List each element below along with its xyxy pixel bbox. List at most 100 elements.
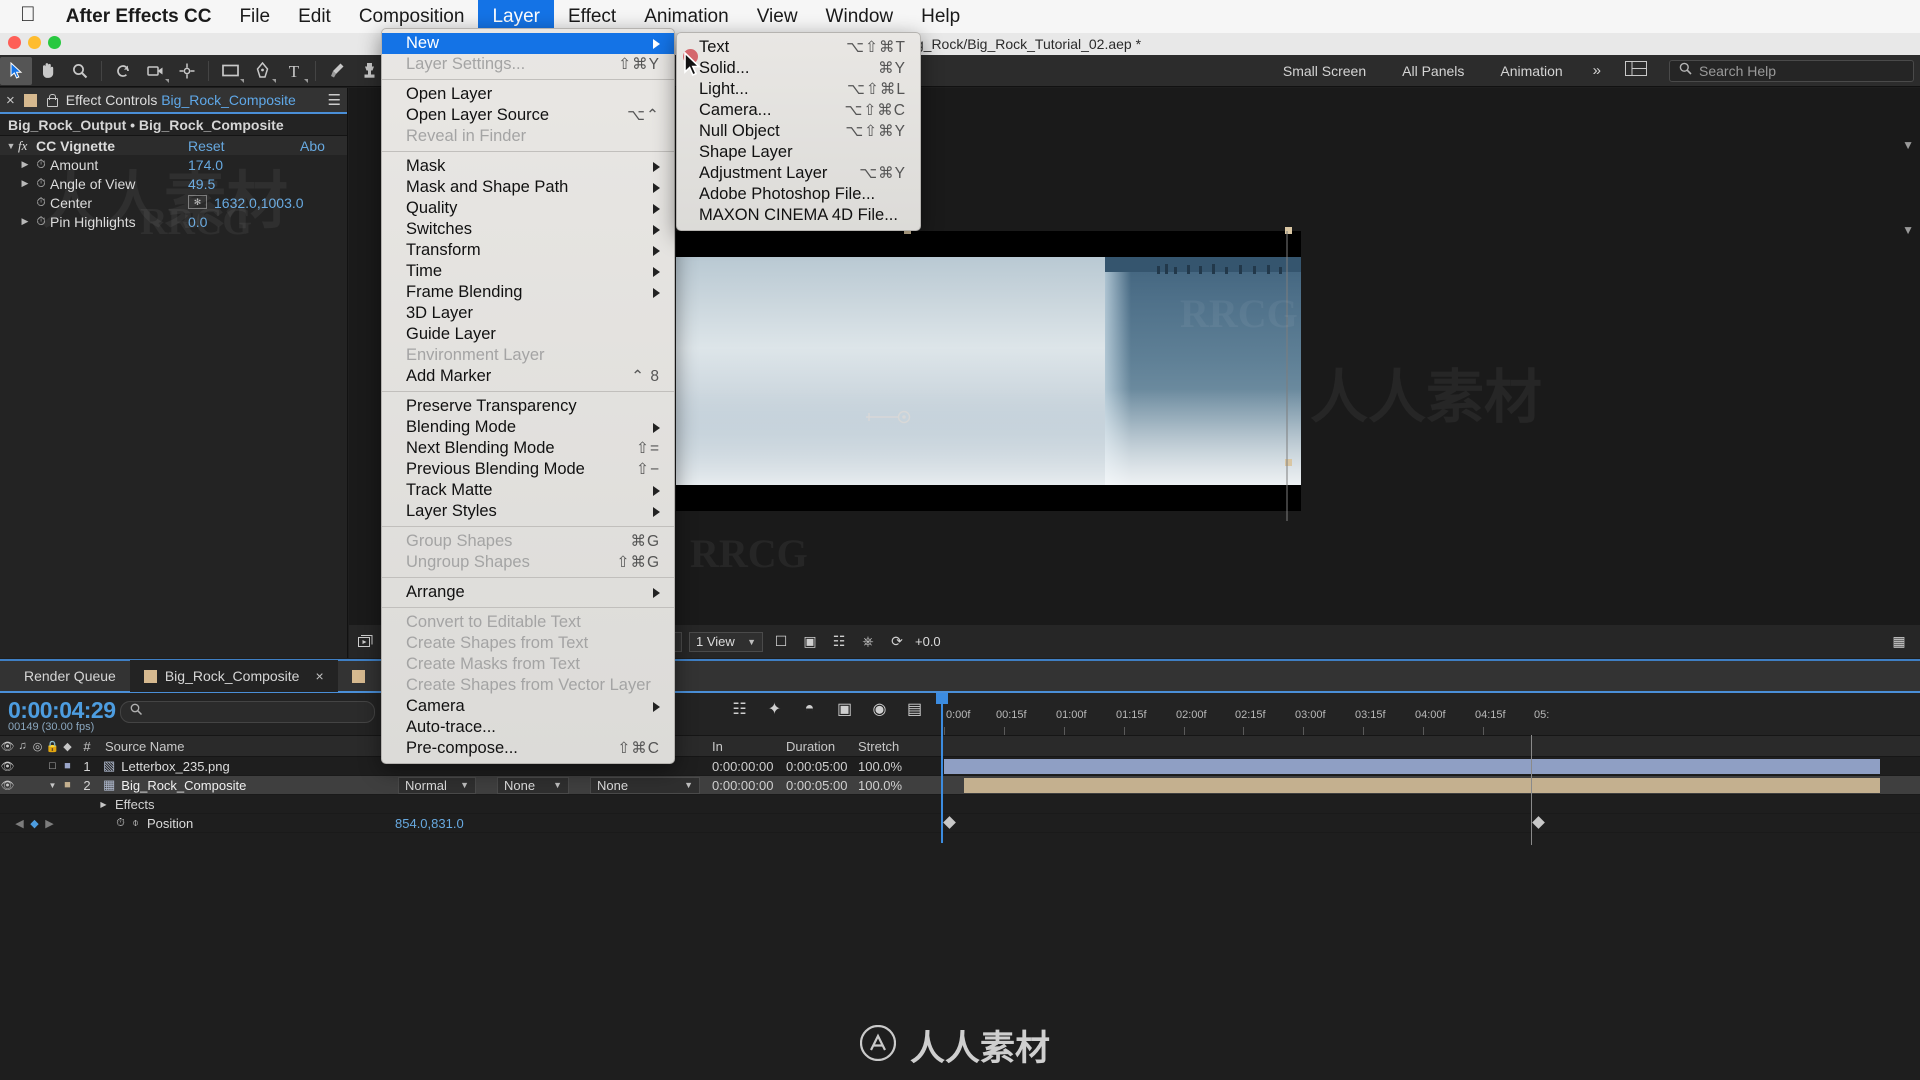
- submenu-item-adjustment-layer[interactable]: Adjustment Layer ⌥⌘Y: [677, 163, 920, 184]
- effect-reset-button[interactable]: Reset: [188, 138, 225, 154]
- timeline-snapshot-icon[interactable]: ☷: [828, 632, 850, 652]
- property-value[interactable]: 854.0,831.0: [395, 816, 464, 831]
- rectangle-tool[interactable]: [214, 57, 246, 85]
- workspace-animation[interactable]: Animation: [1482, 63, 1580, 79]
- menu-item-environment-layer[interactable]: Environment Layer: [382, 345, 674, 366]
- selection-tool[interactable]: [0, 57, 32, 85]
- layer-track[interactable]: [941, 757, 1920, 775]
- brush-tool[interactable]: [321, 57, 353, 85]
- property-value[interactable]: 49.5: [188, 176, 215, 192]
- menu-item-mask-and-shape-path[interactable]: Mask and Shape Path: [382, 177, 674, 198]
- menu-item-reveal-in-finder[interactable]: Reveal in Finder: [382, 126, 674, 147]
- menu-view[interactable]: View: [743, 0, 812, 33]
- table-row[interactable]: 👁 ▼ ■ 2 ▦ Big_Rock_Composite Normal ▼ No…: [0, 776, 1920, 795]
- menu-item-transform[interactable]: Transform: [382, 240, 674, 261]
- menu-item-blending-mode[interactable]: Blending Mode: [382, 417, 674, 438]
- submenu-item-shape-layer[interactable]: Shape Layer: [677, 142, 920, 163]
- timeline-work-area-end[interactable]: [1531, 735, 1532, 845]
- workspace-all-panels[interactable]: All Panels: [1384, 63, 1482, 79]
- composition-canvas[interactable]: [676, 231, 1301, 511]
- layer-in[interactable]: 0:00:00:00: [712, 778, 773, 793]
- keyframe-prev-icon[interactable]: ◀: [12, 817, 27, 830]
- column-stretch[interactable]: Stretch: [858, 739, 899, 754]
- menu-item-preserve-transparency[interactable]: Preserve Transparency: [382, 396, 674, 417]
- lock-icon[interactable]: 🔒: [45, 740, 60, 753]
- layer-name[interactable]: Letterbox_235.png: [121, 759, 229, 774]
- menu-item-auto-trace[interactable]: Auto-trace...: [382, 717, 674, 738]
- layer-stretch[interactable]: 100.0%: [858, 759, 902, 774]
- menu-item-group-shapes[interactable]: Group Shapes ⌘G: [382, 531, 674, 552]
- menu-item-pre-compose[interactable]: Pre-compose... ⇧⌘C: [382, 738, 674, 759]
- hand-tool[interactable]: [32, 57, 64, 85]
- graph-editor-curve-icon[interactable]: ⌽: [128, 817, 143, 830]
- close-window-button[interactable]: [8, 36, 21, 49]
- pan-behind-tool[interactable]: [171, 57, 203, 85]
- menu-item-create-masks-from-text[interactable]: Create Masks from Text: [382, 654, 674, 675]
- layer-duration[interactable]: 0:00:05:00: [786, 778, 847, 793]
- menu-item-open-layer-source[interactable]: Open Layer Source ⌥⌃: [382, 105, 674, 126]
- list-item[interactable]: ◀ ◆ ▶ ⏱ ⌽ Position 854.0,831.0: [0, 814, 1920, 833]
- solo-icon[interactable]: ◎: [30, 740, 45, 753]
- eye-icon[interactable]: 👁: [0, 779, 15, 792]
- menu-item-switches[interactable]: Switches: [382, 219, 674, 240]
- panel-menu-icon[interactable]: ☰: [328, 91, 341, 109]
- table-row[interactable]: 👁 □ ■ 1 ▧ Letterbox_235.png 0:00:00:00 0…: [0, 757, 1920, 776]
- menu-item-previous-blending-mode[interactable]: Previous Blending Mode ⇧−: [382, 459, 674, 480]
- chevron-double-right-icon[interactable]: »: [1581, 62, 1613, 79]
- fast-previews-icon[interactable]: ▣: [799, 632, 821, 652]
- layer-trkmat-dropdown[interactable]: None ▼: [497, 777, 569, 794]
- timeline-ruler[interactable]: 0:00f 00:15f 01:00f 01:15f 02:00f 02:15f…: [941, 693, 1920, 735]
- column-in[interactable]: In: [712, 739, 723, 754]
- menu-file[interactable]: File: [225, 0, 284, 33]
- motion-blur-icon[interactable]: ◓: [800, 700, 819, 718]
- graph-editor-icon[interactable]: ▤: [905, 699, 924, 719]
- new-submenu[interactable]: Text ⌥⇧⌘T Solid... ⌘Y Light... ⌥⇧⌘L Came…: [676, 32, 921, 231]
- workspace-small-screen[interactable]: Small Screen: [1265, 63, 1384, 79]
- view-layout-dropdown[interactable]: 1 View ▼: [689, 632, 763, 652]
- layer-track[interactable]: [941, 776, 1920, 794]
- menu-item-new[interactable]: New: [382, 33, 674, 54]
- label-swatch[interactable]: ■: [60, 760, 75, 772]
- composition-mini-flowchart-icon[interactable]: ☷: [730, 699, 749, 719]
- timeline-playhead[interactable]: [941, 693, 943, 843]
- maximize-window-button[interactable]: [48, 36, 61, 49]
- menu-help[interactable]: Help: [907, 0, 974, 33]
- menu-item-camera[interactable]: Camera: [382, 696, 674, 717]
- camera-tool[interactable]: [139, 57, 171, 85]
- submenu-item-maxon-cinema-4d-file[interactable]: MAXON CINEMA 4D File...: [677, 205, 920, 226]
- pen-tool[interactable]: [246, 57, 278, 85]
- layer-name[interactable]: Big_Rock_Composite: [121, 778, 246, 793]
- submenu-item-light[interactable]: Light... ⌥⇧⌘L: [677, 79, 920, 100]
- tab-big-rock-composite[interactable]: Big_Rock_Composite ×: [130, 660, 338, 692]
- layer-track[interactable]: [941, 814, 1920, 832]
- menu-item-open-layer[interactable]: Open Layer: [382, 84, 674, 105]
- menu-item-track-matte[interactable]: Track Matte: [382, 480, 674, 501]
- timeline-playhead-handle[interactable]: [936, 693, 948, 704]
- keyframe-indicator-icon[interactable]: ◆: [27, 817, 42, 830]
- stopwatch-icon[interactable]: ⏱: [113, 817, 128, 830]
- panel-resize-grip-icon[interactable]: ▦: [1888, 632, 1910, 652]
- render-preview-icon[interactable]: [355, 632, 377, 652]
- menu-item-arrange[interactable]: Arrange: [382, 582, 674, 603]
- tab-render-queue[interactable]: Render Queue: [10, 660, 130, 692]
- shy-layers-icon[interactable]: ◉: [870, 699, 889, 719]
- menu-item-quality[interactable]: Quality: [382, 198, 674, 219]
- twirl-right-icon[interactable]: ▶: [18, 159, 32, 170]
- submenu-item-camera[interactable]: Camera... ⌥⇧⌘C: [677, 100, 920, 121]
- eye-icon[interactable]: 👁: [0, 760, 15, 773]
- layer-track[interactable]: [941, 795, 1920, 813]
- layer-blend-mode-dropdown[interactable]: Normal ▼: [398, 777, 476, 794]
- menu-item-time[interactable]: Time: [382, 261, 674, 282]
- menu-item-frame-blending[interactable]: Frame Blending: [382, 282, 674, 303]
- frame-blending-icon[interactable]: ▣: [835, 699, 854, 719]
- menu-window[interactable]: Window: [812, 0, 908, 33]
- submenu-item-solid[interactable]: Solid... ⌘Y: [677, 58, 920, 79]
- twirl-right-icon[interactable]: ▶: [18, 216, 32, 227]
- twirl-right-icon[interactable]: ▶: [18, 178, 32, 189]
- current-time-display[interactable]: 0:00:04:29: [8, 697, 116, 724]
- property-value[interactable]: 174.0: [188, 157, 223, 173]
- exposure-reset-icon[interactable]: ⟳: [886, 632, 908, 652]
- exposure-value[interactable]: +0.0: [915, 634, 941, 649]
- stopwatch-icon[interactable]: ⏱: [32, 195, 50, 210]
- menu-item-next-blending-mode[interactable]: Next Blending Mode ⇧=: [382, 438, 674, 459]
